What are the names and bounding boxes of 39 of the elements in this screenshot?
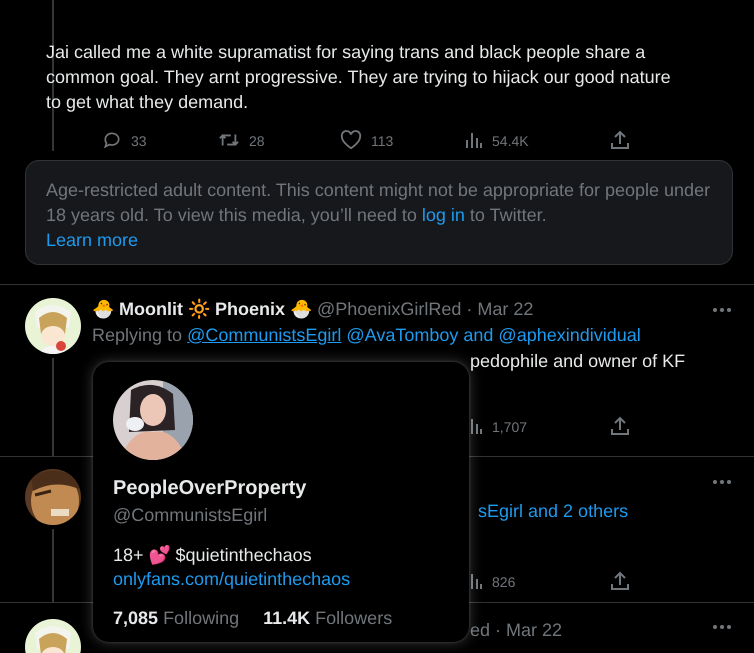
- separator-dot: ·: [495, 620, 502, 641]
- tweet-text: Jai called me a white supramatist for saying trans and black people share a common goal. They arnt progressive. They are trying to hijack our good nature to get what they demand.: [46, 41, 672, 114]
- more-icon[interactable]: [712, 307, 732, 313]
- separator-dot: ·: [466, 298, 472, 320]
- user-name[interactable]: ed: [470, 620, 490, 641]
- mention-link[interactable]: sEgirl and 2 others: [478, 499, 754, 523]
- views-count: 54.4K: [492, 132, 529, 148]
- followers-label[interactable]: Followers: [315, 608, 392, 628]
- learn-more-link[interactable]: Learn more: [46, 230, 138, 250]
- profile-handle: @CommunistsEgirl: [113, 505, 268, 526]
- tweet-text: pedophile and owner of KF: [470, 350, 686, 373]
- reply-count: 33: [131, 132, 147, 148]
- views-count: 1,707: [492, 418, 528, 434]
- like-count: 113: [371, 132, 394, 148]
- followers-count[interactable]: 11.4K: [263, 608, 310, 628]
- user-handle: @PhoenixGirlRed: [317, 298, 462, 320]
- retweet-count: 28: [249, 132, 265, 148]
- mention-link[interactable]: @AvaTomboy and @aphexindividual: [346, 325, 641, 345]
- tweet-date[interactable]: Mar 22: [506, 620, 562, 641]
- tweet-date[interactable]: Mar 22: [477, 298, 534, 320]
- log-in-link[interactable]: log in: [422, 205, 465, 225]
- share-icon[interactable]: [610, 416, 630, 436]
- views-count: 826: [492, 572, 516, 590]
- user-name[interactable]: 🐣 Moonlit 🔆 Phoenix 🐣: [92, 298, 312, 320]
- reply-icon[interactable]: [102, 130, 122, 150]
- share-icon[interactable]: [610, 130, 630, 150]
- notice-text: Age-restricted adult content. This content might not be appropriate for people under 18 years old. To view this media, you’ll need to log in to Twitter. Learn more: [46, 179, 712, 252]
- replying-label: Replying to: [92, 325, 182, 345]
- share-icon[interactable]: [610, 571, 630, 591]
- profile-link[interactable]: onlyfans.com/quietinthechaos: [113, 569, 449, 590]
- more-icon[interactable]: [712, 624, 732, 630]
- more-icon[interactable]: [712, 479, 732, 485]
- mention-link[interactable]: @CommunistsEgirl: [187, 325, 342, 345]
- following-count[interactable]: 7,085: [113, 608, 158, 628]
- profile-name[interactable]: PeopleOverProperty: [113, 477, 449, 500]
- following-label[interactable]: Following: [163, 608, 240, 628]
- heart-icon[interactable]: [340, 130, 362, 150]
- bar-chart-icon[interactable]: [465, 131, 483, 149]
- profile-bio: 18+ 💕 $quietinthechaos: [113, 544, 313, 566]
